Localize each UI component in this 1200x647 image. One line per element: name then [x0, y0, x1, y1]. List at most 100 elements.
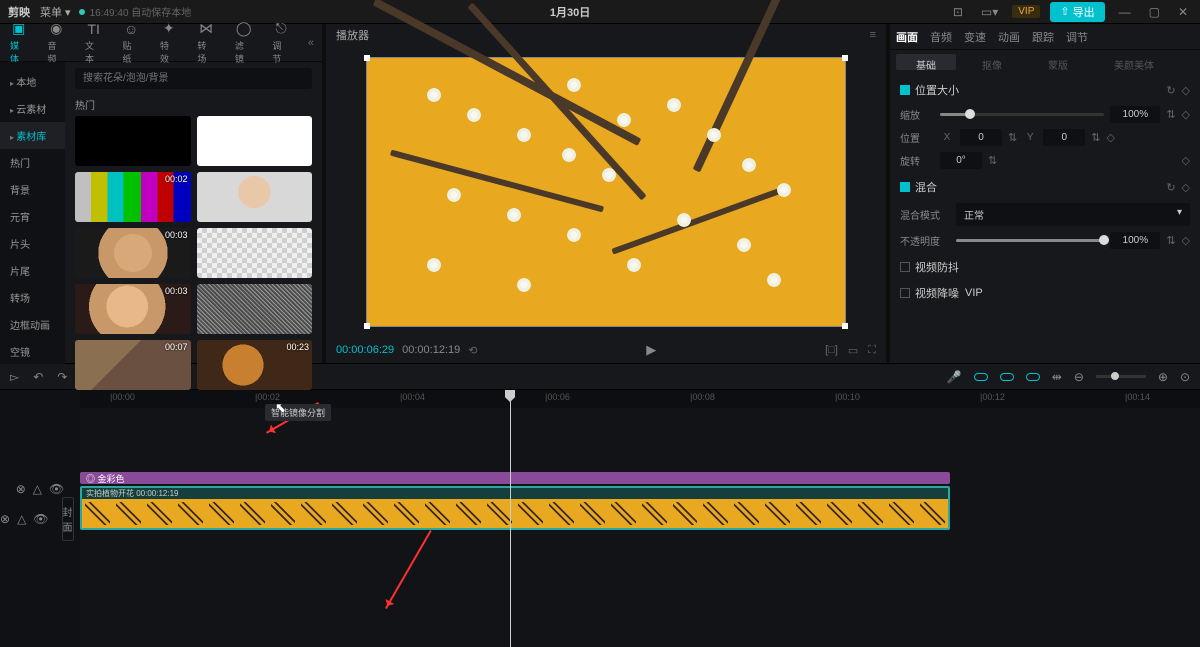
position-checkbox[interactable]: [900, 85, 910, 95]
scale-stepper-icon[interactable]: ⇅: [1166, 108, 1175, 121]
link-icon[interactable]: [1000, 373, 1014, 381]
media-thumb[interactable]: [75, 116, 191, 166]
media-thumb[interactable]: 00:02: [75, 172, 191, 222]
filter-hide-icon[interactable]: △: [33, 482, 42, 496]
search-input[interactable]: [75, 68, 312, 89]
zoom-in-icon[interactable]: ⊕: [1158, 370, 1168, 384]
video-track-clip[interactable]: 实拍植物开花 00:00:12:19: [80, 486, 950, 530]
pos-keyframe-icon[interactable]: ◇: [1106, 131, 1114, 144]
media-thumb[interactable]: [197, 172, 313, 222]
media-tab-贴纸[interactable]: ☺贴纸: [120, 19, 141, 67]
redo-icon[interactable]: ↷: [57, 370, 67, 384]
collapse-icon[interactable]: «: [308, 37, 314, 49]
media-tab-文本[interactable]: TI文本: [83, 19, 104, 67]
align-icon[interactable]: ⇹: [1052, 370, 1062, 384]
sidebar-item-素材库[interactable]: 素材库: [0, 122, 65, 149]
timeline-tracks[interactable]: |00:00|00:02|00:04|00:06|00:08|00:10|00:…: [80, 390, 1200, 647]
sidebar-item-边框动画[interactable]: 边框动画: [0, 311, 65, 338]
magnet-on-icon[interactable]: [974, 373, 988, 381]
pos-x-input[interactable]: [960, 129, 1002, 146]
fullscreen-icon[interactable]: ⛶: [868, 344, 876, 357]
media-tab-滤镜[interactable]: ◯滤镜: [233, 18, 254, 67]
media-thumb[interactable]: [197, 228, 313, 278]
media-thumb[interactable]: [197, 116, 313, 166]
export-button[interactable]: ⇧导出: [1050, 2, 1104, 22]
filter-track-clip[interactable]: ◎ 金彩色: [80, 472, 950, 484]
blend-checkbox[interactable]: [900, 182, 910, 192]
cover-button[interactable]: 封面: [62, 497, 74, 541]
opacity-keyframe-icon[interactable]: ◇: [1182, 234, 1190, 247]
sidebar-item-背景[interactable]: 背景: [0, 176, 65, 203]
props-subtab-基础[interactable]: 基础: [896, 54, 956, 70]
zoom-slider[interactable]: [1096, 375, 1146, 378]
media-tab-调节[interactable]: ⎋调节: [270, 18, 291, 67]
props-tab-画面[interactable]: 画面: [896, 29, 918, 45]
video-mute-icon[interactable]: △: [17, 512, 26, 526]
opacity-input[interactable]: [1110, 232, 1160, 249]
sidebar-item-片头[interactable]: 片头: [0, 230, 65, 257]
maximize-button[interactable]: ▢: [1145, 5, 1164, 19]
media-tab-音频[interactable]: ◉音频: [45, 18, 66, 67]
media-tab-媒体[interactable]: ▣媒体: [8, 18, 29, 67]
media-thumb[interactable]: 00:23: [197, 340, 313, 390]
player-canvas[interactable]: [326, 46, 886, 337]
blend-reset-icon[interactable]: ↻: [1166, 181, 1175, 194]
resolution-icon[interactable]: ▭: [848, 344, 858, 357]
media-tab-转场[interactable]: ⋈转场: [195, 18, 216, 67]
sidebar-item-本地[interactable]: 本地: [0, 68, 65, 95]
media-thumb[interactable]: 00:07: [75, 340, 191, 390]
media-thumb[interactable]: 00:03: [75, 228, 191, 278]
player-menu-icon[interactable]: ≡: [870, 29, 876, 41]
rotate-keyframe-icon[interactable]: ◇: [1182, 154, 1190, 167]
sidebar-item-片尾[interactable]: 片尾: [0, 257, 65, 284]
scale-keyframe-icon[interactable]: ◇: [1182, 108, 1190, 121]
close-button[interactable]: ✕: [1174, 5, 1192, 19]
props-subtab-蒙版[interactable]: 蒙版: [1028, 54, 1088, 70]
reset-icon[interactable]: ↻: [1166, 84, 1175, 97]
sidebar-item-热门[interactable]: 热门: [0, 149, 65, 176]
pos-y-input[interactable]: [1043, 129, 1085, 146]
shortcut-icon[interactable]: ⊡: [949, 5, 967, 19]
media-thumb[interactable]: 00:03: [75, 284, 191, 334]
sidebar-item-空镜[interactable]: 空镜: [0, 338, 65, 365]
rotate-input[interactable]: [940, 152, 982, 169]
props-tab-变速[interactable]: 变速: [964, 29, 986, 45]
loop-icon[interactable]: ⟲: [468, 344, 477, 357]
props-tab-跟踪[interactable]: 跟踪: [1032, 29, 1054, 45]
vip-badge[interactable]: VIP: [1012, 5, 1040, 18]
preview-icon[interactable]: [1026, 373, 1040, 381]
props-tab-调节[interactable]: 调节: [1066, 29, 1088, 45]
video-eye-icon[interactable]: 👁: [33, 512, 48, 526]
opacity-slider[interactable]: [956, 239, 1104, 242]
props-tab-音频[interactable]: 音频: [930, 29, 952, 45]
select-tool-icon[interactable]: ▻: [10, 370, 19, 384]
layout-icon[interactable]: ▭▾: [977, 5, 1002, 19]
mic-icon[interactable]: 🎤: [947, 370, 962, 384]
sidebar-item-转场[interactable]: 转场: [0, 284, 65, 311]
zoom-out-icon[interactable]: ⊖: [1074, 370, 1084, 384]
time-ruler[interactable]: |00:00|00:02|00:04|00:06|00:08|00:10|00:…: [80, 390, 1200, 408]
filter-eye-icon[interactable]: 👁: [49, 482, 64, 496]
video-frame[interactable]: [366, 57, 846, 327]
sidebar-item-元宵[interactable]: 元宵: [0, 203, 65, 230]
sidebar-item-云素材[interactable]: 云素材: [0, 95, 65, 122]
denoise-checkbox[interactable]: [900, 288, 910, 298]
media-tab-特效[interactable]: ✦特效: [158, 18, 179, 67]
scale-input[interactable]: [1110, 106, 1160, 123]
keyframe-icon[interactable]: ◇: [1182, 84, 1190, 97]
stab-checkbox[interactable]: [900, 262, 910, 272]
media-thumb[interactable]: [197, 284, 313, 334]
props-subtab-抠像[interactable]: 抠像: [962, 54, 1022, 70]
ratio-icon[interactable]: [□]: [825, 344, 838, 357]
blend-mode-select[interactable]: 正常▾: [956, 203, 1190, 226]
playhead[interactable]: [510, 390, 511, 647]
scale-slider[interactable]: [940, 113, 1104, 116]
play-button[interactable]: ▶: [646, 342, 656, 358]
zoom-fit-icon[interactable]: ⊙: [1180, 370, 1190, 384]
props-subtab-美颜美体[interactable]: 美颜美体: [1094, 54, 1174, 70]
blend-keyframe-icon[interactable]: ◇: [1182, 181, 1190, 194]
props-tab-动画[interactable]: 动画: [998, 29, 1020, 45]
undo-icon[interactable]: ↶: [33, 370, 43, 384]
video-lock-icon[interactable]: ⊗: [0, 512, 10, 526]
filter-lock-icon[interactable]: ⊗: [16, 482, 26, 496]
